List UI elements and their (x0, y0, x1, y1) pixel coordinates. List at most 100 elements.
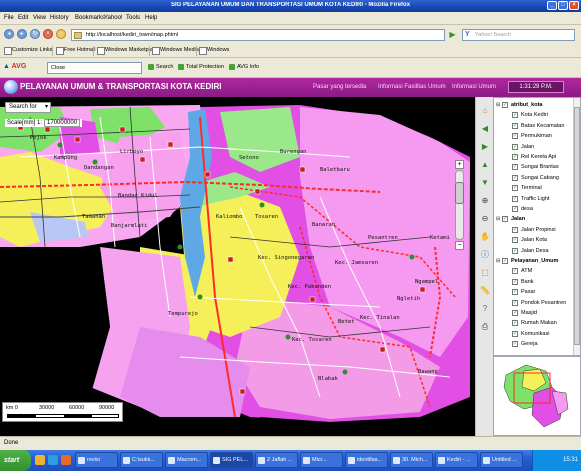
poi-marker[interactable] (419, 286, 426, 293)
pan-hand-icon[interactable]: ✋ (479, 231, 491, 243)
identify-icon[interactable]: ⓘ (479, 249, 491, 261)
layer-checkbox[interactable]: ✓ (512, 268, 518, 275)
zoom-out-icon[interactable]: − (455, 241, 464, 250)
forward-arrow-icon[interactable]: ▸ (17, 29, 27, 39)
layer-item[interactable]: ✓ Pasar (494, 288, 574, 297)
collapse-toggle-icon[interactable]: ⊟ (496, 258, 500, 264)
layer-checkbox[interactable]: ✓ (512, 278, 518, 285)
poi-marker[interactable] (254, 188, 261, 195)
zoom-slider-track[interactable] (455, 170, 464, 240)
taskbar-button[interactable]: Untitled ... (480, 452, 523, 468)
maximize-icon[interactable]: □ (558, 1, 568, 10)
layer-item[interactable]: ✓ Sungai Cabang (494, 174, 574, 183)
taskbar-button[interactable]: Macrom... (165, 452, 208, 468)
overview-map[interactable] (493, 356, 581, 436)
poi-marker[interactable] (44, 126, 51, 133)
map-canvas[interactable]: Pojok Lirboyo Kampung Dandangan Bandar K… (0, 97, 493, 436)
reload-icon[interactable]: ↻ (30, 29, 40, 39)
taskbar-button[interactable]: Micr... (300, 452, 343, 468)
start-button[interactable]: start (0, 450, 31, 471)
poi-marker[interactable] (259, 202, 265, 208)
menu-history[interactable]: History (50, 15, 69, 21)
poi-marker[interactable] (139, 156, 146, 163)
layer-item[interactable]: ✓ Komunikasi (494, 330, 574, 339)
avg-logo[interactable]: ▲ AVG (3, 63, 26, 70)
poi-marker[interactable] (309, 296, 316, 303)
go-arrow-icon[interactable]: ▶ (448, 29, 457, 41)
poi-marker[interactable] (227, 256, 234, 263)
avg-total-protection-button[interactable]: Total Protection (178, 64, 224, 70)
layer-item[interactable]: ✓ desa (494, 205, 574, 214)
menu-edit[interactable]: Edit (18, 15, 28, 21)
menu-tools[interactable]: Tools (126, 15, 140, 21)
quicklaunch-ie-icon[interactable] (48, 455, 58, 465)
back-arrow-icon[interactable]: ◂ (4, 29, 14, 39)
layer-item[interactable]: ✓ ATM (494, 267, 574, 276)
taskbar-button[interactable]: C:\sukk... (120, 452, 163, 468)
menu-file[interactable]: File (4, 15, 14, 21)
layer-item[interactable]: ✓ Jalan Desa (494, 247, 574, 256)
avg-info-button[interactable]: AVG Info (229, 64, 259, 70)
collapse-toggle-icon[interactable]: ⊟ (496, 216, 500, 222)
layer-item[interactable]: ✓ Rel Kereta Api (494, 153, 574, 162)
scale-input[interactable]: 170000000 (44, 119, 81, 127)
pan-down-icon[interactable]: ▼ (479, 177, 491, 189)
layer-item[interactable]: ✓ Permukiman (494, 132, 574, 141)
layer-item[interactable]: ✓ Masjid (494, 309, 574, 318)
layer-item[interactable]: ✓ Kota Kediri (494, 111, 574, 120)
poi-marker[interactable] (197, 294, 203, 300)
url-field[interactable]: http://localhost/kediri_town/map.phtml (71, 29, 445, 41)
nav-informasi-umum[interactable]: Informasi Umum (452, 84, 496, 90)
quicklaunch-folder-icon[interactable] (35, 455, 45, 465)
bookmark-windows-media[interactable]: Windows Media (152, 47, 199, 55)
bookmark-customize-links[interactable]: Customize Links (4, 47, 52, 55)
layer-checkbox[interactable]: ✓ (512, 310, 518, 316)
layer-checkbox[interactable]: ✓ (512, 112, 518, 119)
avg-search-input[interactable]: Close (47, 62, 142, 74)
menu-help[interactable]: Help (145, 15, 157, 21)
poi-marker[interactable] (299, 166, 306, 173)
poi-marker[interactable] (119, 126, 126, 133)
layer-item[interactable]: ✓ Sungai Brantas (494, 163, 574, 172)
poi-marker[interactable] (74, 136, 81, 143)
collapse-toggle-icon[interactable]: ⊟ (496, 102, 500, 108)
layer-checkbox[interactable]: ✓ (512, 226, 518, 233)
layer-checkbox[interactable]: ✓ (502, 216, 508, 223)
print-icon[interactable]: ⎙ (479, 321, 491, 333)
avg-search-button[interactable]: Search (148, 64, 173, 70)
poi-marker[interactable] (379, 346, 386, 353)
poi-marker[interactable] (409, 254, 415, 260)
taskbar-button[interactable]: 2 Jaflah ... (255, 452, 298, 468)
search-engine-icon[interactable]: Y (465, 31, 470, 38)
nav-fasilitas-umum[interactable]: Informasi Fasilitas Umum (378, 84, 446, 90)
menu-yahoo[interactable]: Yahoo! (104, 15, 123, 21)
layer-item[interactable]: ✓ Terminal (494, 184, 574, 193)
menu-bookmarks[interactable]: Bookmarks (75, 15, 105, 21)
search-for-dropdown[interactable]: Search for (5, 102, 51, 113)
poi-marker[interactable] (239, 388, 246, 395)
poi-marker[interactable] (167, 141, 174, 148)
layer-checkbox[interactable]: ✓ (512, 154, 518, 160)
layer-item[interactable]: ✓ Traffic Light (494, 195, 574, 204)
zoom-in-icon[interactable]: + (455, 160, 464, 169)
select-icon[interactable]: ⬚ (479, 267, 491, 279)
layer-item[interactable]: ✓ Gereja (494, 340, 574, 349)
layer-checkbox[interactable]: ✓ (512, 195, 518, 202)
zoom-out-tool-icon[interactable]: ⊖ (479, 213, 491, 225)
taskbar-button[interactable]: identifas... (345, 452, 388, 468)
layer-checkbox[interactable]: ✓ (512, 247, 518, 254)
bookmark-free-hotmail[interactable]: Free Hotmail (56, 47, 95, 55)
zoom-in-tool-icon[interactable]: ⊕ (479, 195, 491, 207)
layer-panel-scroll-thumb[interactable] (574, 107, 580, 345)
layer-checkbox[interactable]: ✓ (502, 102, 508, 108)
layer-checkbox[interactable]: ✓ (512, 320, 518, 327)
layer-item[interactable]: ✓ Jalan Propinsi (494, 226, 574, 235)
layer-item[interactable]: ✓ Bank (494, 278, 574, 287)
layer-checkbox[interactable]: ✓ (512, 185, 518, 192)
close-icon[interactable]: × (569, 1, 579, 10)
home-icon[interactable]: ⌂ (56, 29, 66, 39)
layer-item[interactable]: ✓ Rumah Makan (494, 319, 574, 328)
query-icon[interactable]: ? (479, 303, 491, 315)
layer-checkbox[interactable]: ✓ (502, 258, 508, 264)
layer-checkbox[interactable]: ✓ (512, 341, 518, 348)
